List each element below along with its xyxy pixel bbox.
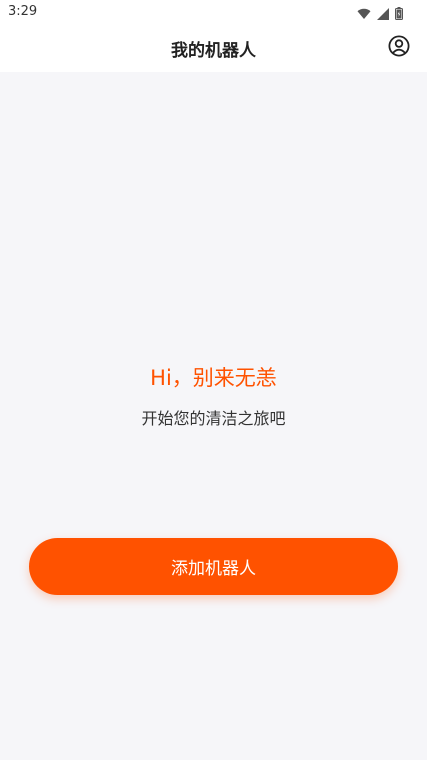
add-robot-button[interactable]: 添加机器人 <box>29 538 398 595</box>
status-time: 3:29 <box>8 4 38 19</box>
wifi-icon <box>357 5 371 24</box>
battery-icon <box>395 5 403 24</box>
page-title: 我的机器人 <box>171 41 256 61</box>
profile-button[interactable] <box>387 35 411 61</box>
status-icons <box>357 5 403 24</box>
main-content: Hi，别来无恙 开始您的清洁之旅吧 添加机器人 <box>0 72 427 760</box>
status-bar: 3:29 <box>0 0 427 24</box>
subtitle-text: 开始您的清洁之旅吧 <box>141 409 286 428</box>
app-bar: 我的机器人 <box>0 24 427 72</box>
signal-icon <box>377 5 389 24</box>
greeting-text: Hi，别来无恙 <box>150 366 277 390</box>
user-circle-icon <box>388 35 410 61</box>
